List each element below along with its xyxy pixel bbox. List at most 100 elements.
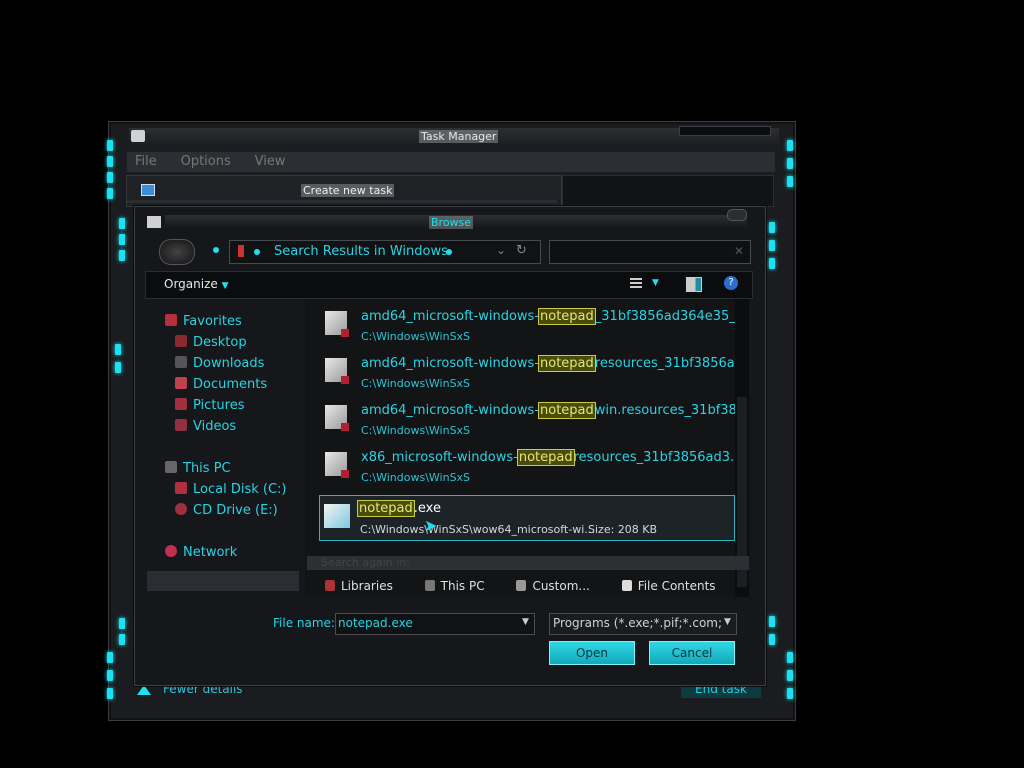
- videos-icon: [175, 419, 187, 431]
- clear-search-icon[interactable]: ✕: [734, 244, 744, 258]
- search-folder-icon: [238, 245, 244, 257]
- glow-strip: [119, 218, 125, 229]
- help-icon[interactable]: ?: [724, 276, 738, 290]
- notepad-icon: [324, 504, 350, 528]
- search-input[interactable]: ✕: [549, 240, 751, 264]
- search-custom-button[interactable]: Custom...: [516, 579, 603, 593]
- chevron-up-icon[interactable]: [137, 685, 151, 695]
- address-bar[interactable]: Search Results in Windows ⌄ ↻: [229, 240, 541, 264]
- nav-downloads[interactable]: Downloads: [175, 355, 264, 373]
- view-options-chevron-icon[interactable]: ▼: [652, 278, 659, 288]
- network-icon: [165, 545, 177, 557]
- glow-strip: [119, 634, 125, 645]
- file-row[interactable]: amd64_microsoft-windows-notepadwin.resou…: [319, 397, 749, 441]
- glow-strip: [787, 670, 793, 681]
- menu-bar: File Options View: [127, 152, 775, 172]
- open-button[interactable]: Open: [549, 641, 635, 665]
- window-controls[interactable]: [679, 126, 771, 136]
- divider: [127, 200, 557, 203]
- menu-options[interactable]: Options: [181, 154, 231, 169]
- glow-strip: [787, 652, 793, 663]
- glow-strip: [107, 688, 113, 699]
- libraries-icon: [325, 580, 335, 591]
- search-this-pc-button[interactable]: This PC: [424, 579, 499, 593]
- glow-strip: [787, 688, 793, 699]
- view-icon[interactable]: [630, 278, 642, 290]
- nav-documents[interactable]: Documents: [175, 376, 267, 394]
- file-name-input[interactable]: notepad.exe ▼: [335, 613, 535, 635]
- menu-view[interactable]: View: [255, 154, 286, 169]
- downloads-icon: [175, 356, 187, 368]
- file-row[interactable]: amd64_microsoft-windows-notepad_31bf3856…: [319, 303, 748, 347]
- recent-dot-icon[interactable]: [213, 247, 219, 253]
- chevron-down-icon[interactable]: ▼: [522, 617, 529, 627]
- nav-this-pc[interactable]: This PC: [165, 460, 231, 478]
- glow-strip: [769, 240, 775, 251]
- glow-strip: [119, 250, 125, 261]
- glow-strip: [115, 362, 121, 373]
- run-icon: [141, 184, 155, 196]
- glow-strip: [107, 652, 113, 663]
- drive-icon: [175, 482, 187, 494]
- cancel-button[interactable]: Cancel: [649, 641, 735, 665]
- file-icon: [325, 358, 349, 384]
- file-row[interactable]: x86_microsoft-windows-notepadresources_3…: [319, 444, 742, 488]
- create-task-window: Create new task: [126, 175, 562, 207]
- glow-strip: [107, 156, 113, 167]
- nav-videos[interactable]: Videos: [175, 418, 236, 436]
- address-text: Search Results in Windows: [274, 244, 448, 259]
- file-name: notepad.exe: [357, 500, 441, 517]
- search-libraries-button[interactable]: Libraries: [325, 579, 407, 593]
- file-path: C:\Windows\WinSxS\wow64_microsoft-wi...: [360, 523, 595, 536]
- star-icon: [165, 314, 177, 326]
- file-name-label: File name:: [273, 616, 335, 630]
- preview-pane-icon[interactable]: [686, 277, 702, 292]
- glow-strip: [115, 344, 121, 355]
- file-name: amd64_microsoft-windows-notepadresources…: [361, 355, 748, 372]
- nav-desktop[interactable]: Desktop: [175, 334, 247, 352]
- glow-strip: [107, 172, 113, 183]
- refresh-icon[interactable]: ↻: [516, 243, 527, 258]
- file-name-value: notepad.exe: [338, 616, 413, 630]
- nav-network[interactable]: Network: [165, 544, 237, 562]
- file-icon: [325, 452, 349, 478]
- file-icon: [325, 311, 349, 337]
- glow-strip: [769, 616, 775, 627]
- cursor-icon: ➤: [424, 516, 438, 535]
- search-file-contents-button[interactable]: File Contents: [621, 579, 730, 593]
- nav-pictures[interactable]: Pictures: [175, 397, 244, 415]
- breadcrumb-separator-icon: [254, 249, 260, 255]
- document-icon: [621, 580, 632, 591]
- file-type-value: Programs (*.exe;*.pif;*.com;*.ba: [553, 616, 721, 630]
- menu-file[interactable]: File: [135, 154, 157, 169]
- pictures-icon: [175, 398, 187, 410]
- file-path: C:\Windows\WinSxS: [361, 424, 471, 437]
- file-size: Size: 208 KB: [588, 523, 658, 536]
- back-forward-icon[interactable]: [159, 239, 195, 265]
- nav-cd-drive[interactable]: CD Drive (E:): [175, 502, 278, 520]
- file-path: C:\Windows\WinSxS: [361, 377, 471, 390]
- dialog-title: Browse: [429, 216, 474, 229]
- window-title: Task Manager: [419, 130, 499, 143]
- search-again-label: Search again in:: [307, 556, 749, 570]
- file-name: amd64_microsoft-windows-notepad_31bf3856…: [361, 308, 749, 325]
- nav-favorites[interactable]: Favorites: [165, 313, 242, 331]
- folder-icon: [516, 580, 527, 591]
- glow-strip: [107, 188, 113, 199]
- glow-strip: [769, 634, 775, 645]
- chevron-down-icon[interactable]: ▼: [724, 617, 731, 627]
- dialog-icon: [147, 216, 161, 228]
- app-icon: [131, 130, 145, 142]
- file-row[interactable]: amd64_microsoft-windows-notepadresources…: [319, 350, 747, 394]
- file-row-selected[interactable]: notepad.exe C:\Windows\WinSxS\wow64_micr…: [319, 495, 735, 541]
- nav-local-disk[interactable]: Local Disk (C:): [175, 481, 286, 499]
- window-title: Create new task: [301, 184, 395, 197]
- file-path: C:\Windows\WinSxS: [361, 330, 471, 343]
- toolbar: Organize ▼ ▼ ?: [145, 271, 753, 299]
- chevron-down-icon[interactable]: ⌄: [496, 243, 506, 257]
- organize-button[interactable]: Organize ▼: [164, 277, 229, 291]
- file-type-filter[interactable]: Programs (*.exe;*.pif;*.com;*.ba ▼: [549, 613, 737, 635]
- close-icon[interactable]: [727, 209, 747, 221]
- documents-icon: [175, 377, 187, 389]
- window-backdrop: [562, 175, 774, 207]
